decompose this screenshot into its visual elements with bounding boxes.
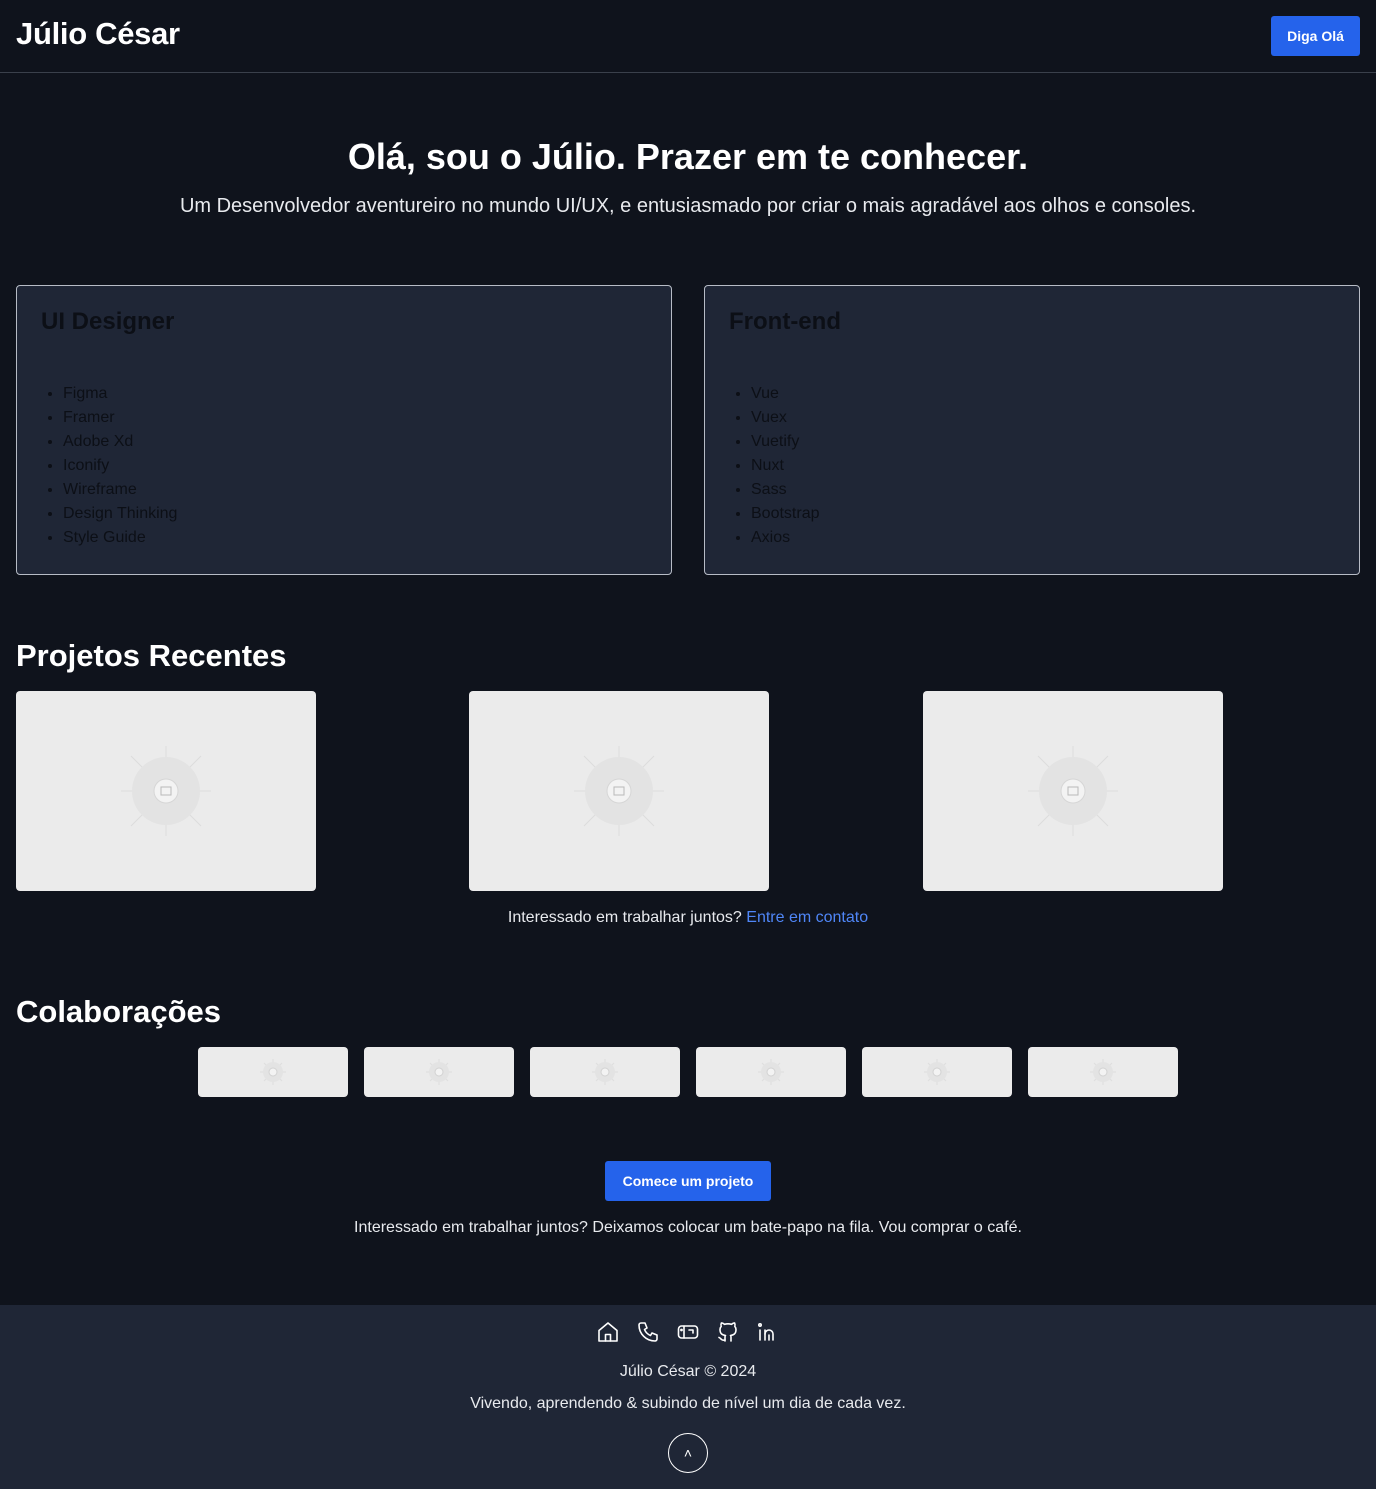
footer: Júlio César © 2024 Vivendo, aprendendo &… (0, 1305, 1376, 1489)
list-item: Framer (63, 408, 363, 432)
skill-list-front-end: Vue Vuex Vuetify Nuxt Sass Bootstrap Axi… (751, 384, 1051, 552)
list-item: Wireframe (63, 480, 363, 504)
list-item: Adobe Xd (63, 432, 363, 456)
contact-link[interactable]: Entre em contato (746, 909, 868, 926)
hero-subtitle: Um Desenvolvedor aventureiro no mundo UI… (179, 195, 1197, 217)
mailbox-icon[interactable] (676, 1320, 700, 1344)
list-item: Style Guide (63, 528, 363, 552)
contact-text: Interessado em trabalhar juntos? (507, 909, 742, 926)
list-item: Nuxt (751, 456, 1051, 480)
list-item: Sass (751, 480, 1051, 504)
image-placeholder-icon (574, 746, 664, 836)
project-thumbnail[interactable] (923, 691, 1223, 891)
list-item: Figma (63, 384, 363, 408)
home-icon[interactable] (596, 1320, 620, 1344)
image-placeholder-icon (924, 1059, 950, 1085)
linkedin-icon[interactable] (756, 1320, 780, 1344)
collaborator-logo[interactable] (1028, 1047, 1178, 1097)
social-icons (0, 1320, 1376, 1344)
image-placeholder-icon (592, 1059, 618, 1085)
projects-section-title: Projetos Recentes (16, 638, 287, 673)
cta-text: Interessado em trabalhar juntos? Deixamo… (354, 1219, 1022, 1236)
list-item: Iconify (63, 456, 363, 480)
list-item: Bootstrap (751, 504, 1051, 528)
hero-title: Olá, sou o Júlio. Prazer em te conhecer. (347, 136, 1029, 177)
collaborator-logo[interactable] (364, 1047, 514, 1097)
collaborator-logo[interactable] (530, 1047, 680, 1097)
image-placeholder-icon (121, 746, 211, 836)
image-placeholder-icon (260, 1059, 286, 1085)
footer-motto: Vivendo, aprendendo & subindo de nível u… (470, 1395, 906, 1412)
project-thumbnail[interactable] (469, 691, 769, 891)
collaborator-logo[interactable] (198, 1047, 348, 1097)
image-placeholder-icon (426, 1059, 452, 1085)
collaborator-logo[interactable] (862, 1047, 1012, 1097)
contact-line: Interessado em trabalhar juntos? Entre e… (0, 909, 1376, 927)
image-placeholder-icon (1090, 1059, 1116, 1085)
list-item: Design Thinking (63, 504, 363, 528)
chevron-up-icon: ˄ (683, 1445, 693, 1461)
skill-card-title: Front-end (729, 308, 841, 335)
list-item: Vuetify (751, 432, 1051, 456)
skill-card-title: UI Designer (41, 308, 175, 335)
copyright: Júlio César © 2024 (619, 1363, 757, 1380)
top-navbar: Júlio César Diga Olá (0, 0, 1376, 73)
site-brand[interactable]: Júlio César (16, 16, 180, 52)
collaborator-logo[interactable] (696, 1047, 846, 1097)
list-item: Axios (751, 528, 1051, 552)
list-item: Vuex (751, 408, 1051, 432)
phone-icon[interactable] (636, 1320, 660, 1344)
list-item: Vue (751, 384, 1051, 408)
back-to-top-button[interactable]: ˄ (668, 1433, 708, 1473)
image-placeholder-icon (1028, 746, 1118, 836)
start-project-button[interactable]: Comece um projeto (605, 1161, 771, 1201)
collaborations-section-title: Colaborações (16, 994, 222, 1029)
say-hello-button[interactable]: Diga Olá (1271, 16, 1360, 56)
github-icon[interactable] (716, 1320, 740, 1344)
image-placeholder-icon (758, 1059, 784, 1085)
skill-list-ui-designer: Figma Framer Adobe Xd Iconify Wireframe … (63, 384, 363, 552)
project-thumbnail[interactable] (16, 691, 316, 891)
